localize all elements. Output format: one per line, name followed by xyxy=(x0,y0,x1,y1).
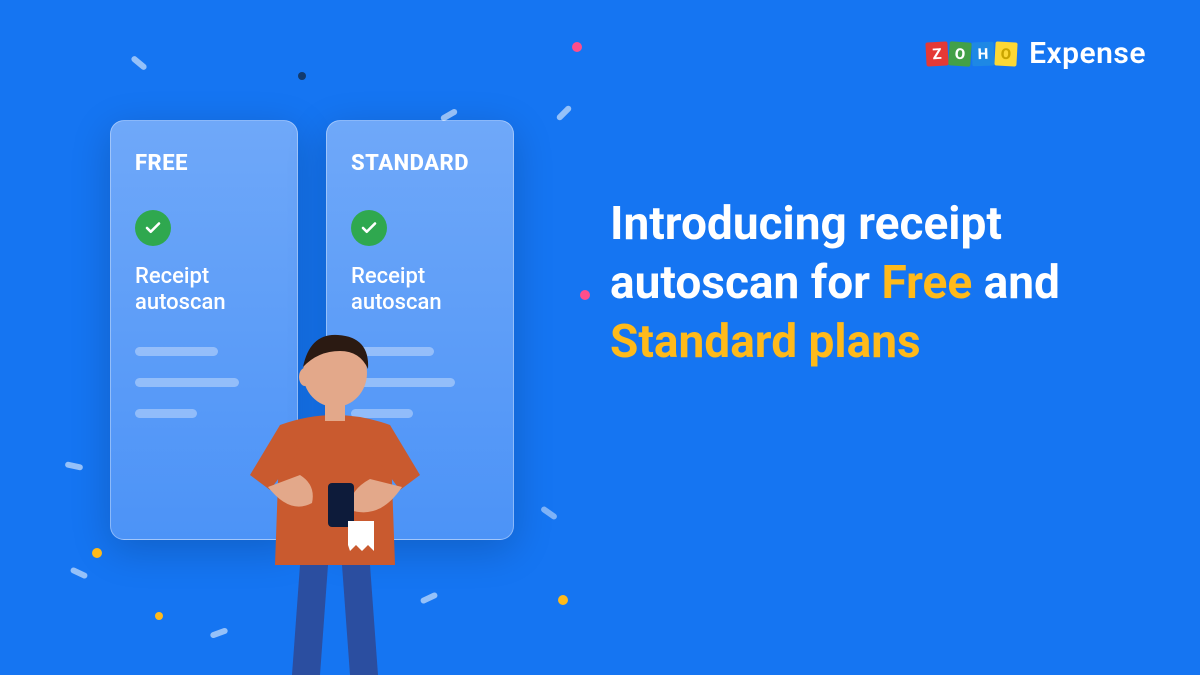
confetti-dash xyxy=(556,105,573,122)
confetti-dash xyxy=(70,566,89,579)
plan-feature: Receipt autoscan xyxy=(135,264,273,317)
confetti-dot xyxy=(572,42,582,52)
headline-accent-standard: Standard plans xyxy=(610,315,921,369)
brand-logo: Z O H O Expense xyxy=(926,36,1146,71)
confetti-dot xyxy=(155,612,163,620)
zoho-icon: Z O H O xyxy=(926,42,1017,66)
confetti-dot xyxy=(298,72,306,80)
check-icon xyxy=(351,210,387,246)
check-icon xyxy=(135,210,171,246)
confetti-dash xyxy=(130,55,148,71)
placeholder-line xyxy=(135,347,218,356)
placeholder-line xyxy=(135,409,197,418)
plan-feature: Receipt autoscan xyxy=(351,264,489,317)
plan-title: STANDARD xyxy=(351,151,489,176)
product-name: Expense xyxy=(1029,36,1146,71)
confetti-dot xyxy=(92,548,102,558)
confetti-dash xyxy=(540,505,558,520)
page-headline: Introducing receipt autoscan for Free an… xyxy=(610,195,1140,372)
confetti-dot xyxy=(558,595,568,605)
person-illustration xyxy=(220,315,450,675)
logo-tile-h: H xyxy=(972,41,995,66)
plan-title: FREE xyxy=(135,151,273,176)
headline-part-2: and xyxy=(984,256,1060,310)
headline-accent-free: Free xyxy=(881,256,972,310)
confetti-dash xyxy=(65,461,84,471)
logo-tile-z: Z xyxy=(925,41,948,66)
logo-tile-o: O xyxy=(948,41,972,66)
confetti-dot xyxy=(580,290,590,300)
logo-tile-o2: O xyxy=(994,41,1017,66)
